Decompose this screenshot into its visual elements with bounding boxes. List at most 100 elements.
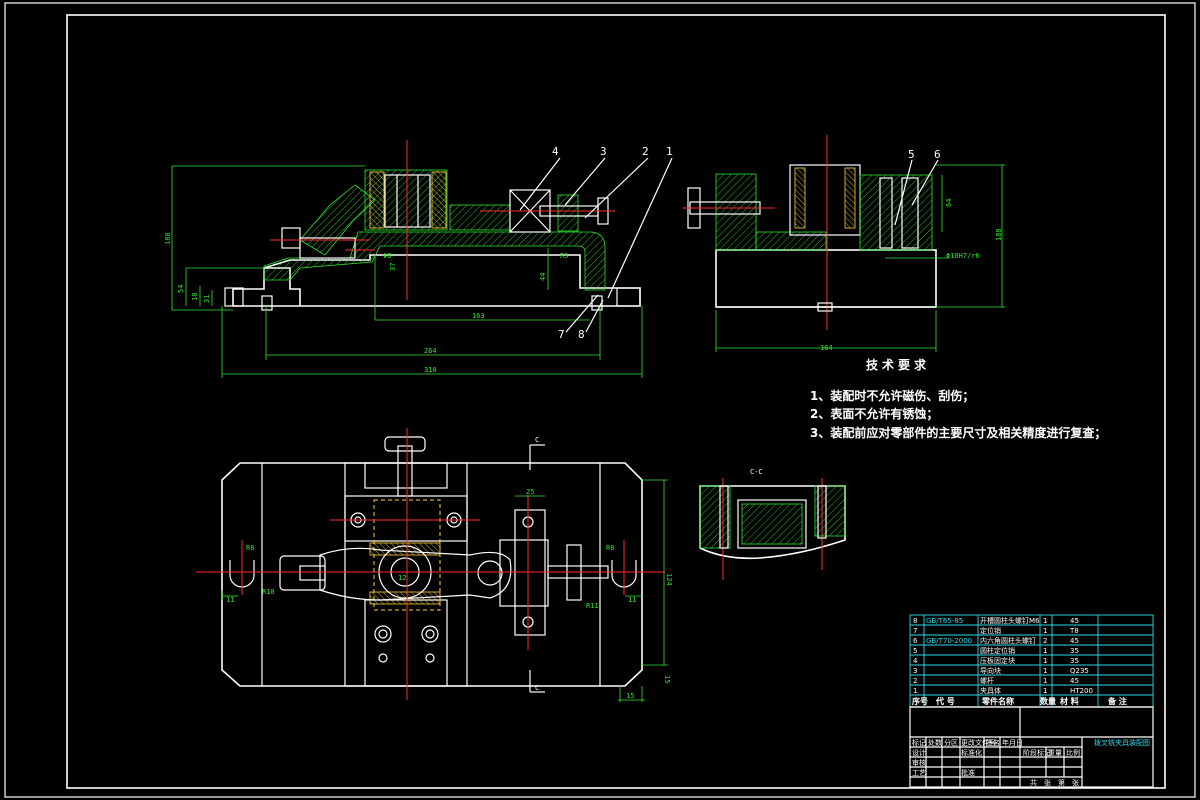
- dim-12: 12: [398, 574, 406, 582]
- bom-name: 内六角圆柱头螺钉: [980, 636, 1036, 645]
- bom-name: 螺杆: [980, 676, 994, 685]
- tb-label-approve: 批准: [961, 768, 975, 777]
- bom-no: 2: [913, 677, 917, 685]
- tb-sheet: 张: [1072, 778, 1079, 787]
- tb-sheets: 张: [1044, 778, 1051, 787]
- dim-54: 54: [177, 285, 185, 293]
- bom-qty: 1: [1043, 617, 1047, 625]
- bom-header-code: 代 号: [935, 696, 955, 706]
- bom-mat: 35: [1070, 647, 1079, 655]
- bom-no: 1: [913, 687, 917, 695]
- dim-163: 163: [472, 312, 485, 320]
- front-view: [171, 140, 673, 378]
- bom-no: 5: [913, 647, 917, 655]
- section-label: C-C: [750, 468, 763, 476]
- dim-fit: Φ10H7/r6: [946, 252, 980, 260]
- section-mark-top: C: [535, 436, 539, 444]
- dim-64: 64: [945, 199, 953, 207]
- bom-no: 6: [913, 637, 918, 645]
- bom-header-no: 序号: [912, 696, 928, 706]
- bom-qty: 1: [1043, 677, 1047, 685]
- bom-mat: HT200: [1070, 687, 1093, 695]
- drawing-sheet: 1 2 3 4 5 6 7 8 180 54 18 31 Φ8 37 44 R5…: [4, 2, 1196, 798]
- dim-r11: R11: [586, 602, 599, 610]
- bom-no: 3: [913, 667, 917, 675]
- bom-qty: 1: [1043, 687, 1047, 695]
- bom-name: 开槽圆柱头螺钉M6: [980, 616, 1040, 625]
- tb-no: 第: [1058, 778, 1065, 787]
- dim-r10: R10: [262, 588, 275, 596]
- balloon-7: 7: [558, 328, 565, 341]
- bom-header-qty: 数量: [1040, 696, 1056, 706]
- dim-164: 164: [820, 344, 833, 352]
- bom-mat: 45: [1070, 637, 1079, 645]
- bom-header-name: 零件名称: [981, 696, 1014, 706]
- tb-label-mark: 标记: [912, 738, 926, 747]
- tb-label-design: 设计: [912, 748, 926, 757]
- tech-req-item-3: 3、装配前应对零部件的主要尺寸及相关精度进行复查；: [810, 425, 1106, 440]
- dim-r8-right: R8: [606, 544, 614, 552]
- bom-mat: 45: [1070, 677, 1079, 685]
- bom-name: 导向块: [980, 666, 1001, 675]
- balloon-8: 8: [578, 328, 585, 341]
- bom-name: 定位销: [980, 626, 1001, 635]
- bom-name: 圆柱定位销: [980, 646, 1015, 655]
- dim-r8-left: R8: [246, 544, 254, 552]
- balloon-6: 6: [934, 148, 941, 161]
- tb-label-date: 年月日: [1002, 738, 1023, 747]
- bom-name: 压板固定块: [980, 656, 1015, 665]
- tb-label-zone: 分区: [944, 738, 958, 747]
- bom-no: 7: [913, 627, 917, 635]
- tb-label-review: 审核: [912, 758, 926, 767]
- dim-264: 264: [424, 347, 437, 355]
- bom-table: 8 GB/T65-85 开槽圆柱头螺钉M6 1 45 7 定位销 1 T8 6 …: [912, 616, 1127, 706]
- dim-37: 37: [389, 263, 397, 271]
- bom-mat: 45: [1070, 617, 1079, 625]
- bom-qty: 1: [1043, 647, 1047, 655]
- bom-qty: 1: [1043, 627, 1047, 635]
- dim-15-right: 15: [663, 675, 671, 683]
- tb-label-scale: 比例: [1066, 748, 1080, 757]
- dim-r5: R5: [560, 252, 568, 260]
- tech-req-item-1: 1、装配时不允许磁伤、刮伤；: [810, 388, 974, 403]
- tb-label-process: 工艺: [912, 769, 926, 777]
- balloon-2: 2: [642, 145, 649, 158]
- bom-qty: 2: [1043, 637, 1047, 645]
- drawing-title: 拨叉铣夹具装配图: [1094, 738, 1150, 747]
- tb-total: 共: [1030, 778, 1037, 787]
- dim-phi8: Φ8: [383, 252, 391, 260]
- bom-qty: 1: [1043, 657, 1047, 665]
- section-cc: [699, 478, 846, 580]
- balloon-5: 5: [908, 148, 915, 161]
- bom-no: 8: [913, 617, 917, 625]
- balloon-3: 3: [600, 145, 607, 158]
- tb-label-sign: 签名: [986, 738, 1000, 747]
- bom-name: 夹具体: [980, 686, 1001, 695]
- bom-qty: 1: [1043, 667, 1047, 675]
- dim-188: 188: [995, 228, 1003, 241]
- bom-code: GB/T70-2000: [926, 637, 972, 645]
- tb-label-count: 处数: [928, 738, 942, 747]
- dim-44: 44: [539, 273, 547, 281]
- dim-11-left: 11: [226, 596, 234, 604]
- tb-label-weight: 重量: [1048, 749, 1062, 757]
- balloon-1: 1: [666, 145, 673, 158]
- tech-req-title: 技术要求: [866, 357, 930, 372]
- side-view: [683, 135, 1005, 352]
- dim-180: 180: [164, 232, 172, 245]
- plan-view: [196, 428, 668, 702]
- bom-header-mat: 材 料: [1060, 696, 1079, 706]
- dim-15-bottom: 15: [626, 692, 634, 700]
- dim-25: 25: [526, 488, 534, 496]
- section-mark-bottom: C: [535, 684, 539, 692]
- bom-no: 4: [913, 657, 918, 665]
- bom-header-note: 备 注: [1107, 696, 1127, 706]
- dim-18: 18: [191, 293, 199, 301]
- dim-124: 124: [665, 573, 673, 586]
- bom-mat: 35: [1070, 657, 1079, 665]
- bom-mat: Q235: [1070, 667, 1089, 675]
- dim-310: 310: [424, 366, 437, 374]
- bom-code: GB/T65-85: [926, 617, 963, 625]
- tb-label-std: 标准化: [961, 748, 982, 757]
- balloon-4: 4: [552, 145, 559, 158]
